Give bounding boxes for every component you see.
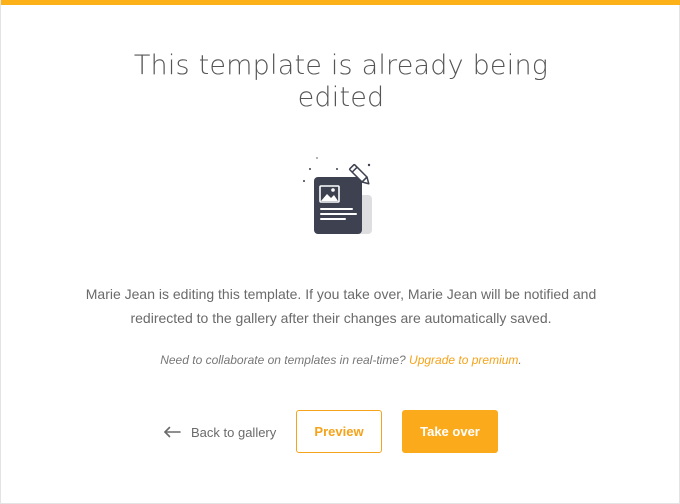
template-locked-dialog: This template is already being edited Ma… xyxy=(0,0,680,504)
dialog-title-line-1: This template is already being xyxy=(133,50,549,81)
dialog-message-line-1: Marie Jean is editing this template. If … xyxy=(85,286,597,302)
upgrade-to-premium-link[interactable]: Upgrade to premium xyxy=(409,353,518,367)
document-edit-icon xyxy=(301,155,377,237)
arrow-left-icon xyxy=(164,426,181,438)
collaboration-note-text: Need to collaborate on templates in real… xyxy=(160,353,406,367)
take-over-button[interactable]: Take over xyxy=(402,410,498,453)
top-accent-bar xyxy=(1,0,680,5)
dialog-title-line-2: edited xyxy=(297,82,385,113)
back-to-gallery-label: Back to gallery xyxy=(191,424,277,440)
collaboration-note-suffix: . xyxy=(518,353,522,367)
dialog-message-line-2: redirected to the gallery after their ch… xyxy=(130,310,552,326)
back-to-gallery-link[interactable]: Back to gallery xyxy=(163,421,276,443)
dialog-message: Marie Jean is editing this template. If … xyxy=(61,282,621,330)
collaboration-note: Need to collaborate on templates in real… xyxy=(1,351,680,369)
dialog-title: This template is already being edited xyxy=(1,50,680,114)
preview-button[interactable]: Preview xyxy=(296,410,382,453)
